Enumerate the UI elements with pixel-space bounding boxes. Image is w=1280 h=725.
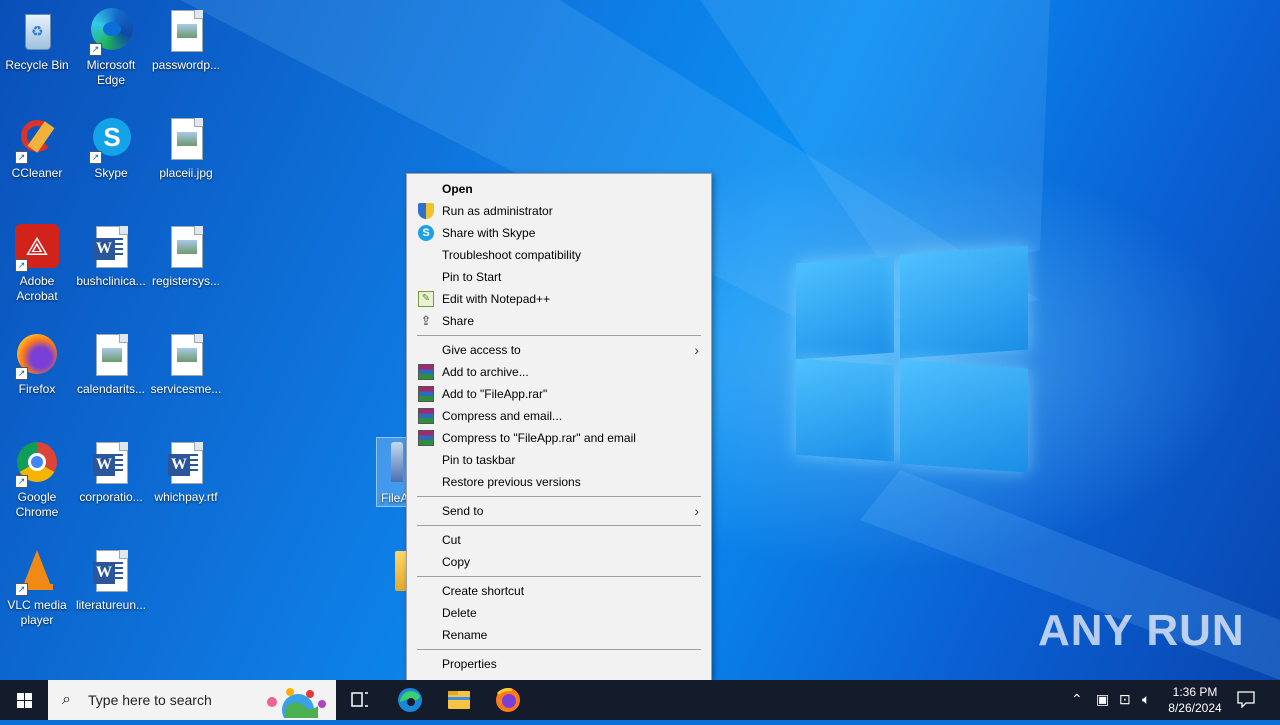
recycle-bin-icon: ♻ (13, 8, 61, 56)
desktop-icon-microsoft-edge[interactable]: ↗ Microsoft Edge (75, 8, 147, 88)
search-placeholder: Type here to search (88, 692, 212, 708)
menu-item-properties[interactable]: Properties (409, 653, 709, 675)
firefox-icon: ↗ (13, 332, 61, 380)
winrar-icon (418, 430, 434, 446)
edge-icon: ↗ (87, 8, 135, 56)
meet-now-icon[interactable]: ▣ (1096, 691, 1109, 708)
menu-separator (417, 649, 701, 650)
search-icon: ⌕ (62, 691, 71, 708)
chrome-icon: ↗ (13, 440, 61, 488)
menu-item-add-to-fileapp-rar[interactable]: Add to "FileApp.rar" (409, 383, 709, 405)
menu-item-delete[interactable]: Delete (409, 602, 709, 624)
start-button[interactable] (0, 680, 48, 720)
menu-item-create-shortcut[interactable]: Create shortcut (409, 580, 709, 602)
task-view-icon (351, 692, 368, 707)
notepadpp-icon: ✎ (418, 291, 434, 307)
taskbar-file-explorer-button[interactable] (435, 680, 483, 720)
skype-icon: S ↗ (87, 116, 135, 164)
menu-item-cut[interactable]: Cut (409, 529, 709, 551)
anyrun-watermark: ANY RUN (1038, 606, 1245, 655)
skype-icon: S (418, 225, 434, 241)
desktop-icon-literatureun[interactable]: W literatureun... (75, 548, 147, 613)
firefox-icon (496, 688, 520, 712)
winrar-icon (418, 386, 434, 402)
desktop-icon-calendarits[interactable]: calendarits... (75, 332, 147, 397)
chevron-right-icon: › (694, 503, 699, 519)
desktop-icon-servicesme[interactable]: servicesme... (150, 332, 222, 397)
desktop-icon-placeii[interactable]: placeii.jpg (150, 116, 222, 181)
menu-separator (417, 576, 701, 577)
menu-item-pin-to-taskbar[interactable]: Pin to taskbar (409, 449, 709, 471)
notification-icon (1237, 691, 1255, 709)
menu-item-send-to[interactable]: Send to › (409, 500, 709, 522)
application-icon (391, 442, 403, 482)
file-explorer-icon (448, 691, 470, 709)
desktop-icon-passwordp[interactable]: passwordp... (150, 8, 222, 73)
ccleaner-icon: ↗ (13, 116, 61, 164)
menu-item-copy[interactable]: Copy (409, 551, 709, 573)
desktop-icon-skype[interactable]: S ↗ Skype (75, 116, 147, 181)
menu-item-compress-and-email[interactable]: Compress and email... (409, 405, 709, 427)
action-center-button[interactable] (1236, 690, 1256, 709)
menu-separator (417, 335, 701, 336)
menu-item-run-as-administrator[interactable]: Run as administrator (409, 200, 709, 222)
image-file-icon (162, 116, 210, 164)
edge-icon (398, 688, 422, 712)
windows-logo-wallpaper (796, 242, 1028, 478)
menu-item-compress-to-fileapp-rar-and-email[interactable]: Compress to "FileApp.rar" and email (409, 427, 709, 449)
taskbar: ⌕ Type here to search ⌃ ▣ ⊡ 🔈︎ 1:36 PM 8… (0, 680, 1280, 720)
desktop-icon-corporatio[interactable]: W corporatio... (75, 440, 147, 505)
task-view-button[interactable] (336, 680, 384, 720)
desktop-icon-whichpay[interactable]: W whichpay.rtf (150, 440, 222, 505)
menu-item-give-access-to[interactable]: Give access to › (409, 339, 709, 361)
clock-time: 1:36 PM (1172, 685, 1218, 699)
winrar-icon (418, 408, 434, 424)
menu-item-edit-with-notepadpp[interactable]: ✎ Edit with Notepad++ (409, 288, 709, 310)
context-menu: Open Run as administrator S Share with Sk… (406, 173, 712, 681)
menu-separator (417, 496, 701, 497)
image-file-icon (87, 332, 135, 380)
taskbar-clock[interactable]: 1:36 PM 8/26/2024 (1160, 684, 1230, 716)
chevron-right-icon: › (694, 342, 699, 358)
acrobat-icon: ⟁ ↗ (13, 224, 61, 272)
desktop-icon-ccleaner[interactable]: ↗ CCleaner (1, 116, 73, 181)
desktop-icon-firefox[interactable]: ↗ Firefox (1, 332, 73, 397)
word-doc-icon: W (87, 548, 135, 596)
vlc-icon: ↗ (13, 548, 61, 596)
desktop-icon-google-chrome[interactable]: ↗ Google Chrome (1, 440, 73, 520)
desktop-icon-bushclinica[interactable]: W bushclinica... (75, 224, 147, 289)
taskbar-edge-button[interactable] (386, 680, 434, 720)
menu-item-add-to-archive[interactable]: Add to archive... (409, 361, 709, 383)
clock-date: 8/26/2024 (1168, 701, 1222, 715)
image-file-icon (162, 332, 210, 380)
share-icon: ⇪ (420, 313, 432, 328)
desktop-icon-adobe-acrobat[interactable]: ⟁ ↗ Adobe Acrobat (1, 224, 73, 304)
uac-shield-icon (418, 203, 434, 219)
menu-item-share-with-skype[interactable]: S Share with Skype (409, 222, 709, 244)
search-highlight-illustration (267, 688, 326, 718)
network-icon[interactable]: ⊡ (1119, 691, 1131, 708)
image-file-icon (162, 224, 210, 272)
menu-item-pin-to-start[interactable]: Pin to Start (409, 266, 709, 288)
volume-icon[interactable]: 🔈︎ (1142, 691, 1150, 708)
desktop-icon-recycle-bin[interactable]: ♻ Recycle Bin (1, 8, 73, 73)
taskbar-search-box[interactable]: ⌕ Type here to search (48, 680, 336, 720)
desktop-icon-registersys[interactable]: registersys... (150, 224, 222, 289)
menu-item-share[interactable]: ⇪ Share (409, 310, 709, 332)
word-doc-icon: W (87, 224, 135, 272)
word-doc-icon: W (87, 440, 135, 488)
desktop-icon-vlc[interactable]: ↗ VLC media player (1, 548, 73, 628)
image-file-icon (162, 8, 210, 56)
menu-item-rename[interactable]: Rename (409, 624, 709, 646)
menu-item-open[interactable]: Open (409, 178, 709, 200)
word-doc-icon: W (162, 440, 210, 488)
menu-item-restore-previous-versions[interactable]: Restore previous versions (409, 471, 709, 493)
winrar-icon (418, 364, 434, 380)
taskbar-firefox-button[interactable] (484, 680, 532, 720)
chevron-up-icon[interactable]: ⌃ (1071, 691, 1083, 708)
menu-item-troubleshoot-compatibility[interactable]: Troubleshoot compatibility (409, 244, 709, 266)
menu-separator (417, 525, 701, 526)
